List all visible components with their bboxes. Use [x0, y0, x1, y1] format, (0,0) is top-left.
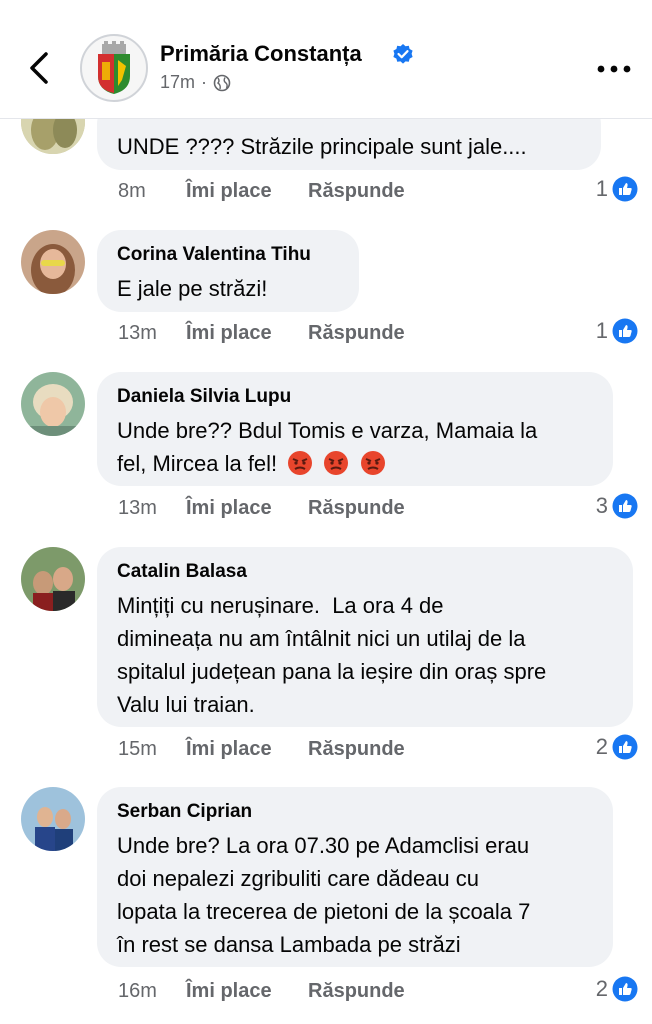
comment-text: UNDE ???? Străzile principale sunt jale.… — [117, 134, 527, 159]
like-button[interactable]: Îmi place — [186, 180, 308, 203]
city-crest-icon — [98, 41, 130, 94]
comment-bubble: Serban Ciprian Unde bre? La ora 07.30 pe… — [97, 787, 613, 967]
more-options-icon[interactable] — [596, 64, 632, 74]
reaction-count[interactable]: 2 — [596, 976, 638, 1002]
comment-bubble: Corina Valentina Tihu E jale pe străzi! — [97, 230, 359, 312]
comment-actions: 13m Îmi place Răspunde — [118, 322, 405, 345]
verified-badge-icon — [393, 44, 413, 64]
comment-bubble: Daniela Silvia Lupu Unde bre?? Bdul Tomi… — [97, 372, 613, 486]
thumbs-up-icon — [612, 734, 638, 760]
page-title[interactable]: Primăria Constanța — [160, 41, 362, 67]
back-arrow-icon[interactable] — [22, 48, 58, 88]
page-header: Primăria Constanța 17m · — [0, 0, 652, 119]
comment-text-line: Mințiți cu nerușinare. La ora 4 de — [117, 593, 444, 618]
comment-actions: 8m Îmi place Răspunde — [118, 180, 405, 203]
like-button[interactable]: Îmi place — [186, 980, 308, 1003]
meta-separator: · — [201, 72, 208, 92]
thumbs-up-icon — [612, 318, 638, 344]
comment-text: Unde bre?? Bdul Tomis e varza, Mamaia la… — [117, 414, 593, 480]
comment-text-line: spitalul județean pana la ieșire din ora… — [117, 659, 547, 684]
angry-face-icon — [288, 451, 313, 475]
comment-text: Unde bre? La ora 07.30 pe Adamclisi erau… — [117, 829, 593, 961]
reaction-count[interactable]: 3 — [596, 493, 638, 519]
comment-time: 13m — [118, 497, 157, 519]
comment-actions: 16m Îmi place Răspunde — [118, 980, 405, 1003]
comment-author[interactable]: Serban Ciprian — [117, 801, 593, 823]
comment-text-line: lopata la trecerea de pietoni de la școa… — [117, 899, 531, 924]
angry-face-icon — [360, 451, 385, 475]
comment-time: 16m — [118, 980, 157, 1002]
page-avatar[interactable] — [80, 34, 148, 102]
commenter-avatar[interactable] — [21, 547, 85, 611]
like-button[interactable]: Îmi place — [186, 322, 308, 345]
comment-author[interactable]: Catalin Balasa — [117, 561, 613, 583]
comment-text-line: fel, Mircea la fel! — [117, 447, 593, 480]
reply-button[interactable]: Răspunde — [308, 180, 405, 203]
reply-button[interactable]: Răspunde — [308, 980, 405, 1003]
like-count: 2 — [595, 734, 608, 759]
comment-text: E jale pe străzi! — [117, 276, 268, 301]
comment-bubble: Catalin Balasa Mințiți cu nerușinare. La… — [97, 547, 633, 727]
comment-text-line: în rest se dansa Lambada pe străzi — [117, 932, 461, 957]
comment-text-line-2: fel, Mircea la fel! — [117, 451, 278, 476]
globe-icon — [213, 74, 231, 91]
comment-actions: 15m Îmi place Răspunde — [118, 738, 405, 761]
like-count: 2 — [595, 976, 608, 1001]
comment-text-line: Valu lui traian. — [117, 692, 255, 717]
comment-author[interactable]: Corina Valentina Tihu — [117, 244, 339, 266]
commenter-avatar[interactable] — [21, 372, 85, 436]
commenter-avatar[interactable] — [21, 787, 85, 851]
reply-button[interactable]: Răspunde — [308, 322, 405, 345]
comment-time: 8m — [118, 180, 146, 202]
comment-time: 13m — [118, 322, 157, 344]
like-button[interactable]: Îmi place — [186, 497, 308, 520]
thumbs-up-icon — [612, 493, 638, 519]
reaction-count[interactable]: 1 — [596, 318, 638, 344]
comment-author[interactable]: Daniela Silvia Lupu — [117, 386, 593, 408]
thumbs-up-icon — [612, 176, 638, 202]
reaction-count[interactable]: 1 — [596, 176, 638, 202]
like-count: 1 — [595, 176, 608, 201]
reaction-count[interactable]: 2 — [596, 734, 638, 760]
like-count: 3 — [595, 493, 608, 518]
comment-actions: 13m Îmi place Răspunde — [118, 497, 405, 520]
comment-text-line: dimineața nu am întâlnit nici un utilaj … — [117, 626, 526, 651]
thumbs-up-icon — [612, 976, 638, 1002]
comment-text-line: Unde bre? La ora 07.30 pe Adamclisi erau — [117, 833, 530, 858]
like-count: 1 — [595, 318, 608, 343]
comment-text-line: doi nepalezi zgribuliti care dădeau cu — [117, 866, 480, 891]
post-meta: 17m · — [160, 72, 231, 93]
reply-button[interactable]: Răspunde — [308, 497, 405, 520]
angry-face-icon — [324, 451, 349, 475]
commenter-avatar[interactable] — [21, 230, 85, 294]
post-time[interactable]: 17m — [160, 72, 195, 93]
like-button[interactable]: Îmi place — [186, 738, 308, 761]
reply-button[interactable]: Răspunde — [308, 738, 405, 761]
comment-time: 15m — [118, 738, 157, 760]
comment-text: Mințiți cu nerușinare. La ora 4 de dimin… — [117, 589, 613, 721]
comment-text-line: Unde bre?? Bdul Tomis e varza, Mamaia la — [117, 418, 538, 443]
